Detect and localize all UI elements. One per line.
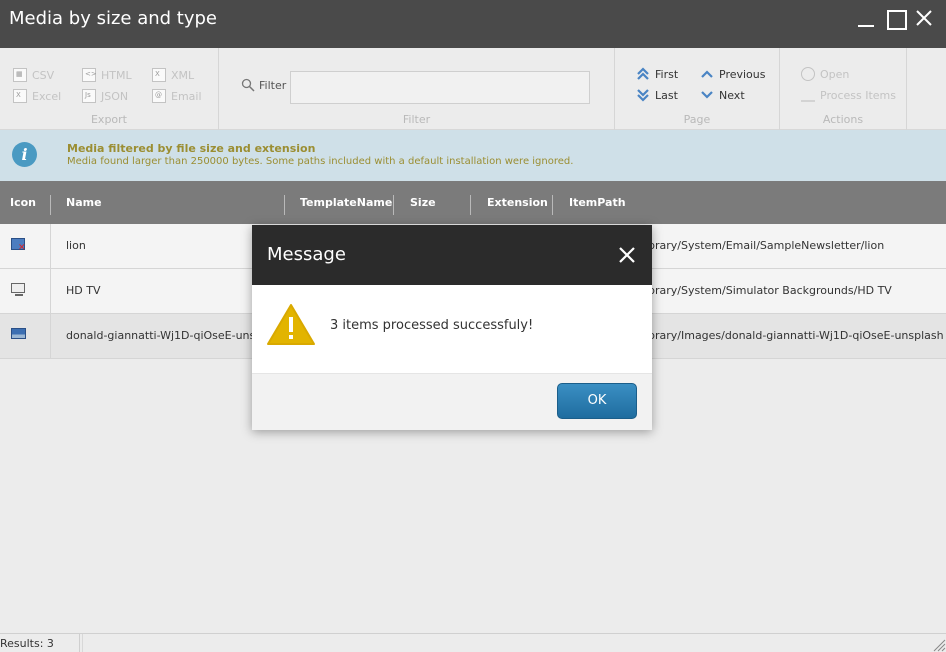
row-itempath: brary/Images/donald-giannatti-Wj1D-qiOse… [648,329,944,342]
filter-label: Filter [241,78,286,92]
dialog-footer: OK [252,374,652,430]
export-json-button[interactable]: JSON [82,89,128,103]
previous-label: Previous [719,67,766,81]
message-dialog: Message 3 items processed successfuly! O… [252,225,652,430]
email-icon [152,89,166,103]
warning-icon [267,304,315,345]
json-label: JSON [101,89,129,103]
close-icon [916,10,932,26]
grid-header: Icon Name TemplateName Size Extension It… [0,181,946,224]
next-page-button[interactable]: Next [700,88,745,102]
close-icon[interactable] [616,244,638,266]
page-group: First Last Previous Next Page [615,48,780,130]
column-separator [552,195,553,215]
row-icon-cell [0,269,51,313]
first-label: First [655,67,679,81]
info-bar: i Media filtered by file size and extens… [0,130,946,181]
export-csv-button[interactable]: CSV [13,68,54,82]
column-separator [470,195,471,215]
export-excel-button[interactable]: Excel [13,89,61,103]
info-title: Media filtered by file size and extensio… [67,142,316,155]
status-bar: Results: 3 [0,633,946,652]
html-label: HTML [101,68,132,82]
xml-label: XML [171,68,195,82]
excel-icon [13,89,27,103]
export-email-button[interactable]: Email [152,89,202,103]
export-html-button[interactable]: HTML [82,68,132,82]
close-window-button[interactable] [914,8,936,30]
open-icon [801,67,815,81]
column-separator [50,195,51,215]
ok-button[interactable]: OK [557,383,637,419]
process-items-label: Process Items [820,88,896,102]
excel-label: Excel [32,89,62,103]
filter-label-text: Filter [259,78,287,92]
search-icon [241,78,255,92]
image-thumbnail-icon [11,328,26,339]
status-pane [82,634,926,652]
info-icon: i [12,142,37,167]
open-label: Open [820,67,850,81]
process-items-button[interactable]: Process Items [801,88,896,102]
previous-page-button[interactable]: Previous [700,67,766,81]
next-label: Next [719,88,745,102]
first-page-button[interactable]: First [636,67,678,81]
maximize-button[interactable] [884,8,907,30]
dialog-header: Message [252,225,652,285]
json-icon [82,89,96,103]
double-chevron-up-icon [636,67,650,81]
column-separator [284,195,285,215]
chevron-down-icon [700,88,714,102]
filter-group-label: Filter [402,113,431,126]
xml-icon [152,68,166,82]
resize-grip-icon[interactable] [928,636,946,652]
image-broken-icon [11,238,26,253]
actions-group-label: Actions [822,113,864,126]
column-header-icon[interactable]: Icon [10,196,36,209]
double-chevron-down-icon [636,88,650,102]
last-label: Last [655,88,678,102]
actions-group: Open Process Items Actions [780,48,907,130]
filter-input[interactable] [290,71,590,104]
export-group-label: Export [90,113,127,126]
dialog-body: 3 items processed successfuly! [252,285,652,374]
last-page-button[interactable]: Last [636,88,678,102]
row-icon-cell [0,224,51,268]
row-name: HD TV [66,284,101,297]
results-count: Results: 3 [0,634,80,652]
row-itempath: brary/System/Email/SampleNewsletter/lion [648,239,885,252]
csv-label: CSV [32,68,55,82]
open-button[interactable]: Open [801,67,849,81]
row-name: lion [66,239,86,252]
window-title: Media by size and type [9,8,218,29]
title-bar: Media by size and type [0,0,946,48]
email-label: Email [171,89,202,103]
ribbon: CSV Excel HTML JSON XML Email Export Fil… [0,48,946,130]
column-header-size[interactable]: Size [410,196,436,209]
minimize-button[interactable] [855,8,877,30]
export-group: CSV Excel HTML JSON XML Email Export [0,48,219,130]
chevron-up-icon [700,67,714,81]
csv-icon [13,68,27,82]
process-icon [801,88,815,102]
dialog-message: 3 items processed successfuly! [330,318,534,333]
page-group-label: Page [683,113,711,126]
column-header-extension[interactable]: Extension [487,196,548,209]
column-separator [393,195,394,215]
column-header-templatename[interactable]: TemplateName [300,196,392,209]
column-header-itempath[interactable]: ItemPath [569,196,626,209]
column-header-name[interactable]: Name [66,196,102,209]
html-icon [82,68,97,82]
row-itempath: brary/System/Simulator Backgrounds/HD TV [648,284,892,297]
info-message: Media found larger than 250000 bytes. So… [67,156,574,167]
export-xml-button[interactable]: XML [152,68,194,82]
row-icon-cell [0,314,51,358]
dialog-title: Message [267,244,346,265]
monitor-icon [11,283,25,296]
